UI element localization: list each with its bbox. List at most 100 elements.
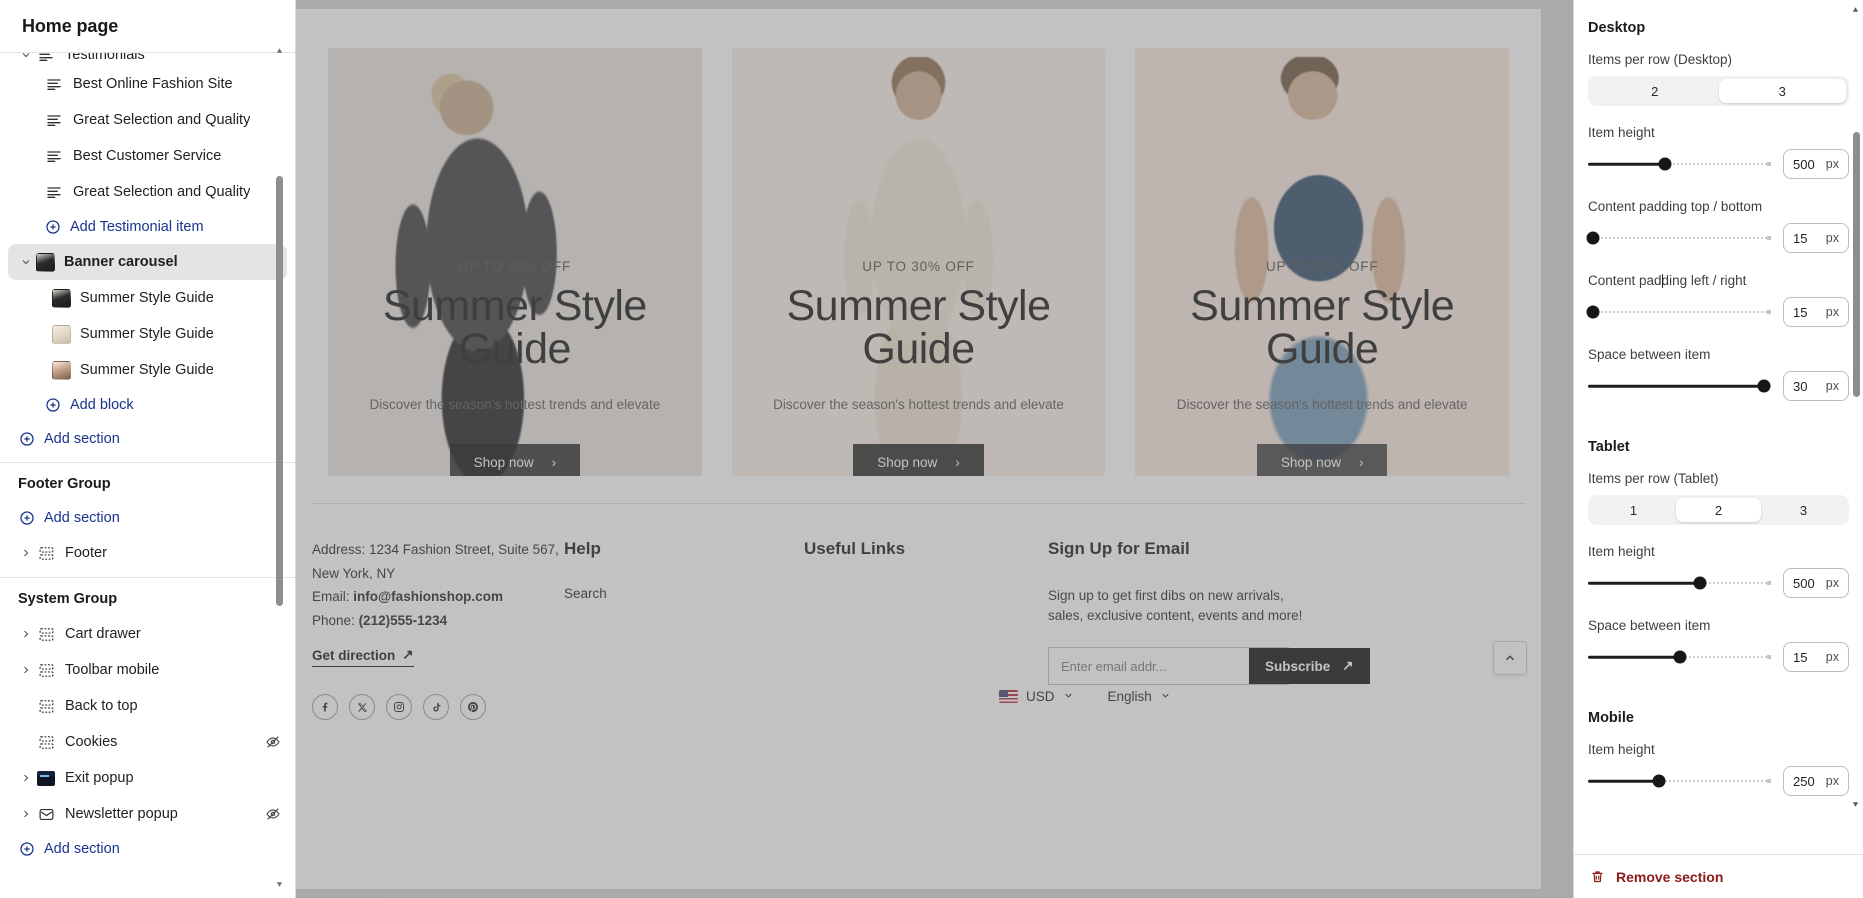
currency-selector[interactable]: USD — [999, 689, 1074, 704]
sidebar-item-footer[interactable]: Footer — [0, 535, 295, 571]
chevron-down-icon[interactable] — [18, 53, 34, 63]
sidebar-item-toolbar-mobile[interactable]: Toolbar mobile — [0, 652, 295, 688]
sidebar-item-best-customer-service[interactable]: Best Customer Service — [0, 138, 295, 174]
sidebar-item-label: Testimonials — [65, 53, 145, 63]
get-direction-link[interactable]: Get direction ↗ — [312, 647, 414, 668]
add-section-button-system[interactable]: Add section — [0, 832, 295, 866]
space-between-item-tablet-value[interactable]: 15 px — [1783, 642, 1849, 672]
item-height-desktop-slider[interactable] — [1588, 155, 1771, 173]
space-between-item-tablet-slider[interactable] — [1588, 648, 1771, 666]
item-height-tablet-slider-row: 500 px — [1588, 568, 1849, 598]
unit-text: px — [1825, 231, 1839, 245]
footer-phone-value[interactable]: (212)555-1234 — [359, 613, 448, 628]
sidebar-item-label: Great Selection and Quality — [73, 184, 251, 200]
add-section-button-template[interactable]: Add section — [0, 422, 295, 456]
remove-section-button[interactable]: Remove section — [1574, 854, 1863, 898]
slider-knob[interactable] — [1658, 157, 1672, 171]
instagram-icon[interactable] — [386, 694, 412, 721]
slider-knob[interactable] — [1586, 231, 1600, 245]
tiktok-icon[interactable] — [423, 694, 449, 721]
slider-knob[interactable] — [1673, 650, 1686, 664]
settings-scrollbar[interactable] — [1852, 7, 1860, 807]
sidebar-item-summer-style-guide-3[interactable]: Summer Style Guide — [0, 352, 295, 388]
item-height-mobile-slider[interactable] — [1588, 772, 1771, 790]
segment-option-3[interactable]: 3 — [1718, 79, 1846, 103]
content-padding-left-right-slider[interactable] — [1586, 303, 1771, 321]
content-padding-top-bottom-slider[interactable] — [1586, 229, 1771, 247]
newsletter-form: Subscribe ↗ — [1048, 647, 1370, 686]
segment-option-2[interactable]: 2 — [1676, 498, 1761, 522]
sidebar-item-great-selection-and-quality-2[interactable]: Great Selection and Quality — [0, 174, 295, 210]
slider-knob[interactable] — [1586, 305, 1600, 319]
eye-off-icon[interactable] — [265, 734, 281, 750]
chevron-right-icon[interactable] — [18, 770, 34, 786]
get-direction-label: Get direction — [312, 647, 396, 663]
sidebar-item-cart-drawer[interactable]: Cart drawer — [0, 616, 295, 652]
sidebar-scrollbar[interactable] — [276, 46, 289, 888]
banner-card[interactable]: UP TO 30% OFF Summer Style Guide Discove… — [731, 48, 1106, 476]
space-between-item-desktop-slider[interactable] — [1588, 377, 1771, 395]
chevron-right-icon[interactable] — [18, 662, 34, 678]
sidebar-scrollbar-thumb[interactable] — [276, 176, 283, 606]
subscribe-button[interactable]: Subscribe ↗ — [1249, 648, 1370, 685]
item-height-tablet-slider[interactable] — [1588, 574, 1771, 592]
chevron-right-icon[interactable] — [18, 806, 34, 822]
shop-now-button[interactable]: Shop now › — [853, 443, 984, 476]
back-to-top-button[interactable] — [1493, 641, 1527, 675]
segment-option-2[interactable]: 2 — [1591, 79, 1719, 103]
slider-knob[interactable] — [1757, 379, 1771, 393]
banner-card[interactable]: UP TO 30% OFF Summer Style Guide Discove… — [328, 48, 702, 476]
content-padding-top-bottom-value[interactable]: 15 px — [1783, 223, 1849, 253]
chevron-right-icon[interactable] — [18, 626, 34, 642]
scroll-down-arrow[interactable] — [1850, 799, 1861, 810]
eye-off-icon[interactable] — [265, 806, 281, 822]
sidebar-item-exit-popup[interactable]: Exit popup — [0, 760, 295, 796]
email-input[interactable] — [1049, 648, 1249, 685]
scroll-down-arrow[interactable] — [273, 878, 285, 890]
content-padding-left-right-value[interactable]: 15 px — [1783, 297, 1849, 327]
sidebar-item-summer-style-guide-1[interactable]: Summer Style Guide — [0, 280, 295, 316]
item-height-desktop-value[interactable]: 500 px — [1783, 149, 1849, 179]
slider-knob[interactable] — [1693, 576, 1707, 590]
settings-scrollbar-thumb[interactable] — [1853, 132, 1860, 397]
plus-circle-icon — [44, 397, 61, 414]
add-block-button[interactable]: Add block — [0, 388, 295, 422]
slider-track — [1588, 311, 1771, 313]
sidebar-item-testimonials[interactable]: Testimonials — [0, 53, 295, 66]
footer-email-value[interactable]: info@fashionshop.com — [353, 589, 503, 604]
footer-group-title: Footer Group — [18, 476, 111, 492]
sidebar-item-summer-style-guide-2[interactable]: Summer Style Guide — [0, 316, 295, 352]
item-height-mobile-value[interactable]: 250 px — [1783, 766, 1849, 796]
block-thumbnail-icon — [52, 288, 71, 308]
sidebar-item-back-to-top[interactable]: Back to top — [0, 688, 295, 724]
sidebar-item-newsletter-popup[interactable]: Newsletter popup — [0, 796, 295, 832]
scroll-up-arrow[interactable] — [1850, 4, 1861, 15]
signup-desc-line-1: Sign up to get first dibs on new arrival… — [1048, 588, 1284, 603]
scroll-up-arrow[interactable] — [273, 44, 285, 56]
add-section-button-footer[interactable]: Add section — [0, 501, 295, 535]
space-between-item-desktop-value[interactable]: 30 px — [1783, 371, 1849, 401]
sidebar-item-cookies[interactable]: Cookies — [0, 724, 295, 760]
sidebar-item-banner-carousel[interactable]: Banner carousel — [8, 244, 287, 280]
banner-card[interactable]: UP TO 30% OFF Summer Style Guide Discove… — [1135, 48, 1510, 476]
facebook-icon[interactable] — [312, 694, 338, 721]
slider-fill — [1588, 384, 1764, 388]
content-padding-top-bottom-slider-row: 15 px — [1586, 223, 1849, 253]
pinterest-icon[interactable] — [460, 694, 486, 721]
segment-option-3[interactable]: 3 — [1761, 498, 1846, 522]
shop-now-button[interactable]: Shop now › — [449, 443, 581, 476]
chevron-down-icon[interactable] — [18, 254, 34, 270]
language-selector[interactable]: English — [1108, 689, 1171, 704]
shop-now-button[interactable]: Shop now › — [1256, 443, 1388, 476]
banner-headline: Summer Style Guide — [786, 282, 1052, 373]
sidebar-item-best-online-fashion-site[interactable]: Best Online Fashion Site — [0, 66, 295, 102]
footer-help-link-search[interactable]: Search — [564, 586, 804, 601]
banner-subtext: Discover the season's hottest trends and… — [773, 397, 1064, 412]
slider-knob[interactable] — [1652, 774, 1666, 788]
x-twitter-icon[interactable] — [349, 694, 375, 721]
chevron-right-icon[interactable] — [18, 545, 34, 561]
item-height-tablet-value[interactable]: 500 px — [1783, 568, 1849, 598]
add-testimonial-item-button[interactable]: Add Testimonial item — [0, 210, 295, 244]
segment-option-1[interactable]: 1 — [1591, 498, 1676, 522]
sidebar-item-great-selection-and-quality-1[interactable]: Great Selection and Quality — [0, 102, 295, 138]
